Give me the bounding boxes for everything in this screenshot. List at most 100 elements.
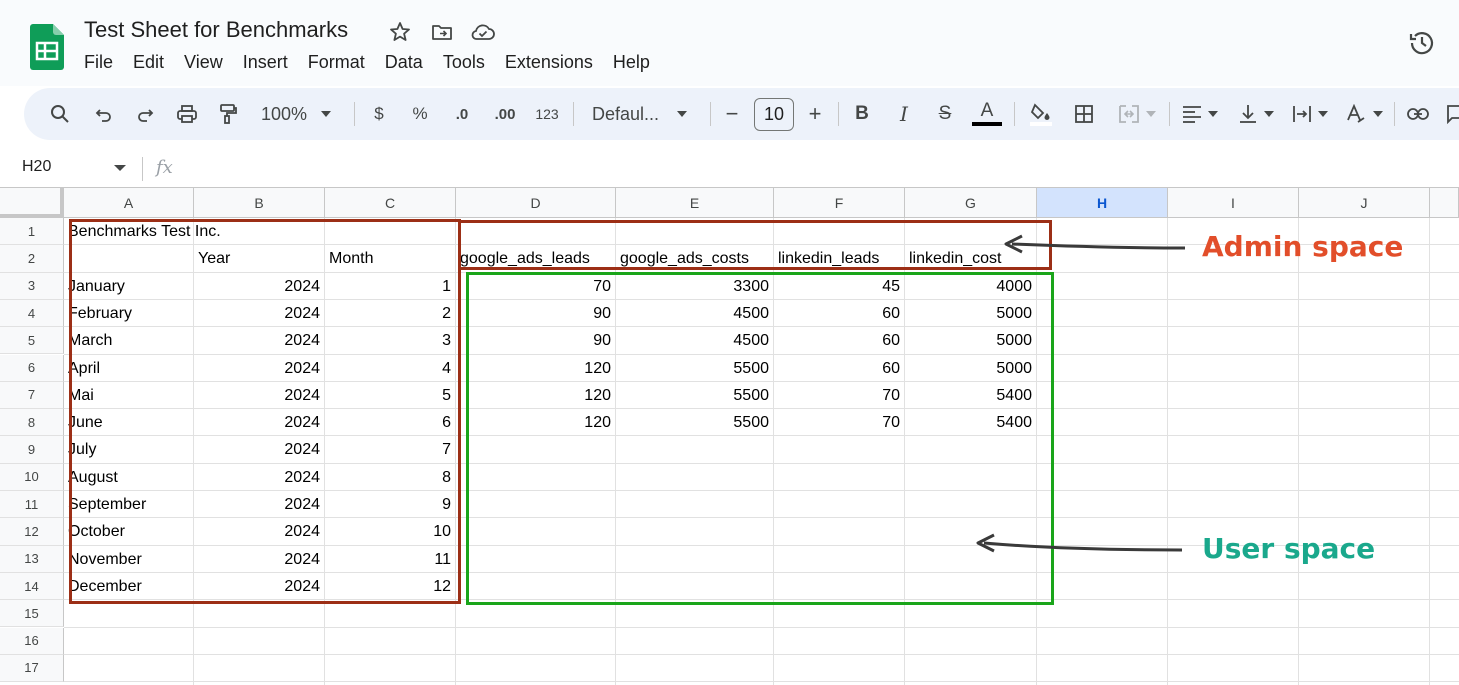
admin-space-label: Admin space [1202, 230, 1404, 263]
borders-icon[interactable] [1070, 88, 1098, 140]
row-header-17[interactable]: 17 [0, 654, 64, 683]
column-header-overflow [1430, 187, 1459, 218]
user-space-outline [466, 272, 1054, 605]
row-header-12[interactable]: 12 [0, 518, 64, 546]
toolbar-divider [1394, 102, 1395, 126]
format-currency-button[interactable]: $ [366, 88, 392, 140]
chevron-down-icon [1208, 111, 1218, 117]
formula-divider [142, 157, 143, 181]
name-box[interactable]: H20 [22, 158, 51, 176]
row-header-1[interactable]: 1 [0, 218, 64, 246]
menu-format[interactable]: Format [308, 52, 365, 76]
insert-link-icon[interactable] [1404, 88, 1432, 140]
version-history-icon[interactable] [1407, 28, 1437, 63]
zoom-value: 100% [260, 103, 308, 124]
text-color-swatch [972, 122, 1002, 126]
row-header-11[interactable]: 11 [0, 491, 64, 519]
column-header-j[interactable]: J [1299, 187, 1430, 218]
column-header-g[interactable]: G [905, 187, 1037, 218]
column-header-c[interactable]: C [325, 187, 456, 218]
menu-edit[interactable]: Edit [133, 52, 164, 76]
row-header-7[interactable]: 7 [0, 381, 64, 410]
column-header-a[interactable]: A [64, 187, 194, 218]
redo-icon[interactable] [131, 88, 159, 140]
decrease-font-size-button[interactable]: − [721, 88, 743, 140]
row-header-3[interactable]: 3 [0, 272, 64, 300]
toolbar-divider [1014, 102, 1015, 126]
chevron-down-icon [677, 111, 688, 117]
row-header-13[interactable]: 13 [0, 545, 64, 573]
vertical-align-icon[interactable] [1234, 88, 1278, 140]
decrease-decimal-button[interactable]: .0 [447, 88, 477, 140]
menu-bar: File Edit View Insert Format Data Tools … [84, 52, 670, 76]
more-formats-button[interactable]: 123 [532, 88, 562, 140]
star-icon[interactable] [388, 20, 412, 44]
toolbar-divider [838, 102, 839, 126]
menu-tools[interactable]: Tools [443, 52, 485, 76]
text-rotation-icon[interactable] [1342, 88, 1386, 140]
user-arrow-icon [976, 533, 1183, 553]
row-header-10[interactable]: 10 [0, 463, 64, 491]
select-all-corner[interactable] [0, 187, 64, 218]
chevron-down-icon[interactable] [114, 165, 126, 171]
sheets-logo-icon[interactable] [30, 24, 64, 75]
row-header-2[interactable]: 2 [0, 245, 64, 273]
column-gridline [1429, 218, 1430, 685]
text-color-glyph: A [980, 100, 994, 121]
menu-insert[interactable]: Insert [243, 52, 288, 76]
column-header-f[interactable]: F [774, 187, 905, 218]
chevron-down-icon [1264, 111, 1274, 117]
font-family-value: Defaul... [592, 103, 660, 124]
merge-cells-icon[interactable] [1114, 88, 1160, 140]
column-header-e[interactable]: E [616, 187, 774, 218]
row-header-6[interactable]: 6 [0, 354, 64, 382]
admin-arrow-icon [1004, 234, 1186, 254]
increase-font-size-button[interactable]: + [804, 88, 826, 140]
column-gridline [1298, 218, 1299, 685]
menu-extensions[interactable]: Extensions [505, 52, 593, 76]
row-header-15[interactable]: 15 [0, 600, 64, 628]
increase-decimal-button[interactable]: .00 [488, 88, 522, 140]
row-header-8[interactable]: 8 [0, 409, 64, 437]
horizontal-align-icon[interactable] [1178, 88, 1222, 140]
row-header-9[interactable]: 9 [0, 436, 64, 464]
admin-space-outline-columns [69, 219, 461, 604]
menu-file[interactable]: File [84, 52, 113, 76]
font-family-select[interactable]: Defaul... [586, 88, 696, 140]
paint-format-icon[interactable] [214, 88, 242, 140]
italic-button[interactable]: I [892, 88, 916, 140]
admin-space-outline-header [459, 220, 1052, 270]
toolbar-divider [1169, 102, 1170, 126]
column-header-b[interactable]: B [194, 187, 325, 218]
text-color-button[interactable]: A [972, 88, 1002, 140]
column-header-i[interactable]: I [1168, 187, 1299, 218]
zoom-select[interactable]: 100% [256, 88, 336, 140]
column-header-h[interactable]: H [1037, 187, 1168, 218]
row-header-5[interactable]: 5 [0, 327, 64, 355]
document-title[interactable]: Test Sheet for Benchmarks [84, 17, 348, 43]
chevron-down-icon [1146, 111, 1156, 117]
font-size-value: 10 [753, 97, 795, 131]
insert-comment-icon[interactable] [1444, 88, 1459, 140]
toolbar-divider [354, 102, 355, 126]
print-icon[interactable] [173, 88, 201, 140]
menu-data[interactable]: Data [385, 52, 423, 76]
column-header-d[interactable]: D [456, 187, 616, 218]
format-percent-button[interactable]: % [407, 88, 433, 140]
menu-view[interactable]: View [184, 52, 223, 76]
column-gridline [1167, 218, 1168, 685]
row-header-4[interactable]: 4 [0, 299, 64, 328]
fill-color-icon[interactable] [1026, 88, 1056, 140]
row-header-16[interactable]: 16 [0, 627, 64, 655]
bold-button[interactable]: B [850, 88, 874, 140]
cloud-saved-icon[interactable] [470, 20, 495, 44]
row-header-14[interactable]: 14 [0, 572, 64, 601]
strikethrough-button[interactable]: S [933, 88, 957, 140]
formula-input[interactable] [190, 154, 1450, 182]
menu-help[interactable]: Help [613, 52, 650, 76]
text-wrapping-icon[interactable] [1288, 88, 1332, 140]
font-size-input[interactable]: 10 [752, 88, 796, 140]
undo-icon[interactable] [90, 88, 118, 140]
search-menus-icon[interactable] [46, 88, 74, 140]
move-folder-icon[interactable] [430, 20, 454, 44]
